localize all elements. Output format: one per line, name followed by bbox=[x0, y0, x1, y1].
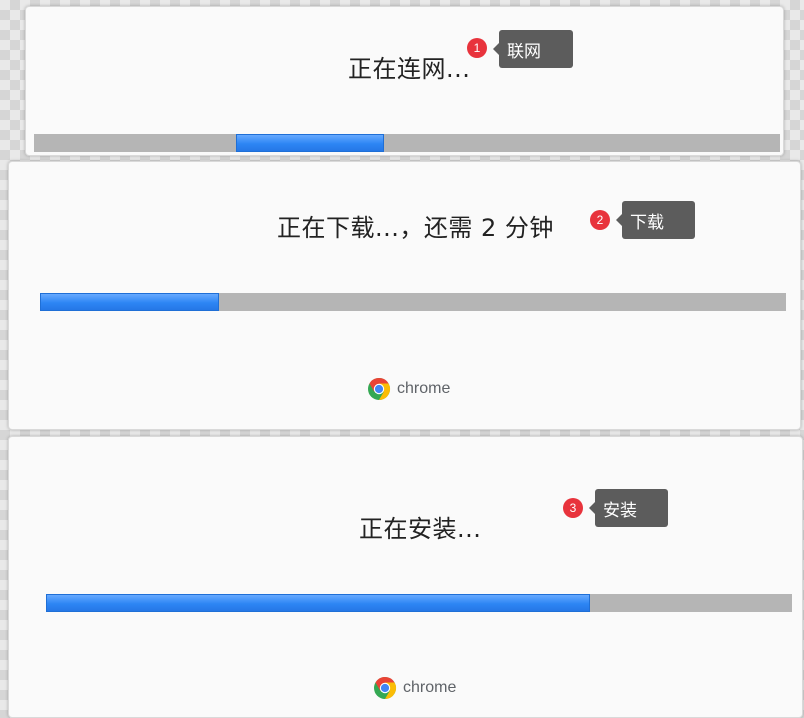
step-tag-install: 安装 bbox=[589, 489, 668, 527]
installing-progress-fill bbox=[46, 594, 590, 612]
connecting-progress-fill bbox=[236, 134, 384, 152]
connecting-status-text: 正在连网... bbox=[348, 55, 471, 83]
downloading-status-text: 正在下载...，还需 2 分钟 bbox=[277, 214, 554, 242]
chrome-logo-icon bbox=[374, 677, 397, 699]
chrome-brand-text: chrome bbox=[403, 679, 457, 696]
step-badge-2: 2 bbox=[590, 210, 610, 230]
installing-status-text: 正在安装... bbox=[359, 515, 482, 543]
step-tag-download: 下载 bbox=[616, 201, 695, 239]
chrome-brand: chrome bbox=[367, 377, 450, 401]
downloading-progress-fill bbox=[40, 293, 219, 311]
step-tag-connect: 联网 bbox=[493, 30, 573, 68]
step-badge-1: 1 bbox=[467, 38, 487, 58]
chrome-brand-text: chrome bbox=[397, 380, 451, 397]
connecting-dialog: 正在连网... bbox=[25, 6, 784, 156]
installing-progress-bar bbox=[46, 594, 792, 612]
chrome-brand: chrome bbox=[373, 676, 456, 700]
installing-dialog: 正在安装... chrome bbox=[8, 436, 803, 718]
downloading-progress-bar bbox=[40, 293, 786, 311]
chrome-logo-icon bbox=[368, 378, 391, 400]
connecting-progress-bar bbox=[34, 134, 780, 152]
step-badge-3: 3 bbox=[563, 498, 583, 518]
